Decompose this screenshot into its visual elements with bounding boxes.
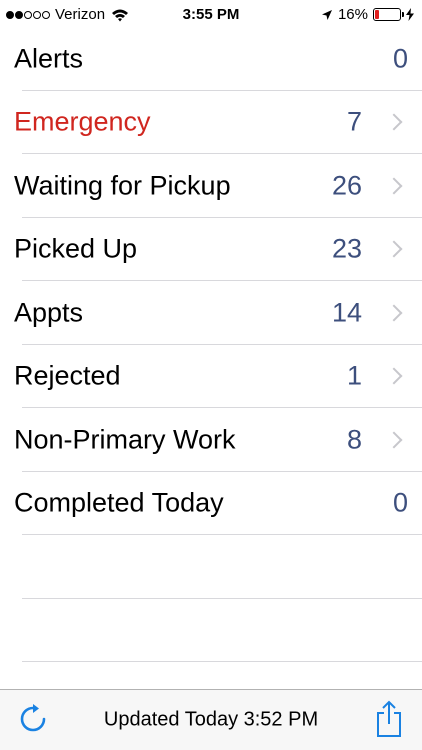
chevron-right-icon [385, 367, 403, 385]
chevron-right-icon [385, 304, 403, 322]
chevron-right-icon [385, 113, 403, 131]
row-count: 23 [331, 233, 362, 264]
status-right: 16% [321, 6, 414, 23]
row-label: Non-Primary Work [14, 424, 236, 455]
battery-fill [375, 10, 379, 19]
row-count: 1 [346, 360, 362, 391]
category-list: Alerts 0 Emergency 7 Waiting for Pickup … [0, 27, 422, 662]
status-bar: Verizon 3:55 PM 16% [0, 0, 422, 30]
list-item-completed-today[interactable]: Completed Today 0 [0, 472, 422, 536]
row-count: 0 [392, 43, 408, 74]
list-item-waiting-for-pickup[interactable]: Waiting for Pickup 26 [0, 154, 422, 218]
battery-icon [373, 8, 404, 21]
row-label: Appts [14, 297, 84, 328]
updated-status: Updated Today 3:52 PM [103, 708, 319, 731]
list-item-rejected[interactable]: Rejected 1 [0, 345, 422, 409]
location-arrow-icon [321, 9, 332, 20]
row-count: 0 [392, 487, 408, 518]
battery-percent: 16% [337, 6, 368, 23]
charging-bolt-icon [406, 8, 414, 21]
empty-row [0, 599, 422, 663]
list-item-appts[interactable]: Appts 14 [0, 281, 422, 345]
row-count: 8 [346, 424, 362, 455]
row-count: 26 [331, 170, 362, 201]
list-item-alerts[interactable]: Alerts 0 [0, 27, 422, 91]
list-item-emergency[interactable]: Emergency 7 [0, 91, 422, 155]
bottom-toolbar: Updated Today 3:52 PM [0, 689, 422, 750]
list-item-non-primary-work[interactable]: Non-Primary Work 8 [0, 408, 422, 472]
row-label: Waiting for Pickup [14, 170, 231, 201]
row-label: Alerts [14, 43, 84, 74]
chevron-right-icon [385, 240, 403, 258]
row-label: Completed Today [14, 487, 224, 518]
row-label: Emergency [14, 106, 151, 137]
chevron-right-icon [385, 431, 403, 449]
empty-row [0, 535, 422, 599]
list-item-picked-up[interactable]: Picked Up 23 [0, 218, 422, 282]
row-label: Rejected [14, 360, 121, 391]
row-count: 14 [331, 297, 362, 328]
row-count: 7 [346, 106, 362, 137]
chevron-right-icon [385, 177, 403, 195]
share-icon[interactable] [374, 700, 404, 738]
row-label: Picked Up [14, 233, 138, 264]
